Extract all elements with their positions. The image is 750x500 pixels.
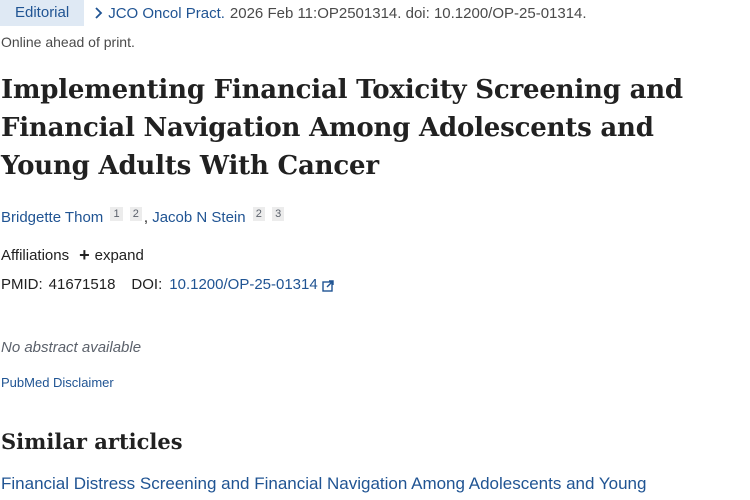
affiliation-number[interactable]: 2 xyxy=(252,207,265,221)
article-page: Editorial JCO Oncol Pract. 2026 Feb 11:O… xyxy=(0,0,750,500)
abstract-status: No abstract available xyxy=(1,339,142,356)
doi-label: DOI: xyxy=(131,276,163,293)
plus-icon[interactable]: + xyxy=(79,246,90,264)
journal-link[interactable]: JCO Oncol Pract. xyxy=(108,5,225,22)
publication-type-badge[interactable]: Editorial xyxy=(0,0,85,26)
identifiers-row: PMID: 41671518 DOI: 10.1200/OP-25-01314 xyxy=(1,276,334,293)
chevron-right-icon xyxy=(94,5,106,22)
doi-link[interactable]: 10.1200/OP-25-01314 xyxy=(169,276,317,293)
affiliations-row: Affiliations + expand xyxy=(1,246,144,264)
pmid-value: 41671518 xyxy=(48,276,116,293)
external-link-icon[interactable] xyxy=(322,279,334,292)
affiliation-number[interactable]: 2 xyxy=(129,207,142,221)
author-link[interactable]: Bridgette Thom xyxy=(1,209,103,226)
article-title: Implementing Financial Toxicity Screenin… xyxy=(1,75,683,181)
pubmed-disclaimer-link[interactable]: PubMed Disclaimer xyxy=(1,375,114,390)
author-separator: , xyxy=(143,209,149,226)
citation-line: Editorial JCO Oncol Pract. 2026 Feb 11:O… xyxy=(0,0,587,26)
similar-article-link[interactable]: Financial Distress Screening and Financi… xyxy=(1,474,646,494)
affiliation-number[interactable]: 3 xyxy=(272,207,285,221)
citation-details: 2026 Feb 11:OP2501314. doi: 10.1200/OP-2… xyxy=(229,4,587,22)
publication-status: Online ahead of print. xyxy=(1,34,135,50)
similar-articles-heading: Similar articles xyxy=(1,429,183,454)
author-list: Bridgette Thom 1 2, Jacob N Stein 2 3 xyxy=(1,207,285,226)
author-link[interactable]: Jacob N Stein xyxy=(152,209,245,226)
expand-affiliations-button[interactable]: expand xyxy=(95,247,144,264)
affiliation-number[interactable]: 1 xyxy=(110,207,123,221)
pmid-label: PMID: xyxy=(1,276,43,293)
affiliations-label: Affiliations xyxy=(1,247,70,264)
